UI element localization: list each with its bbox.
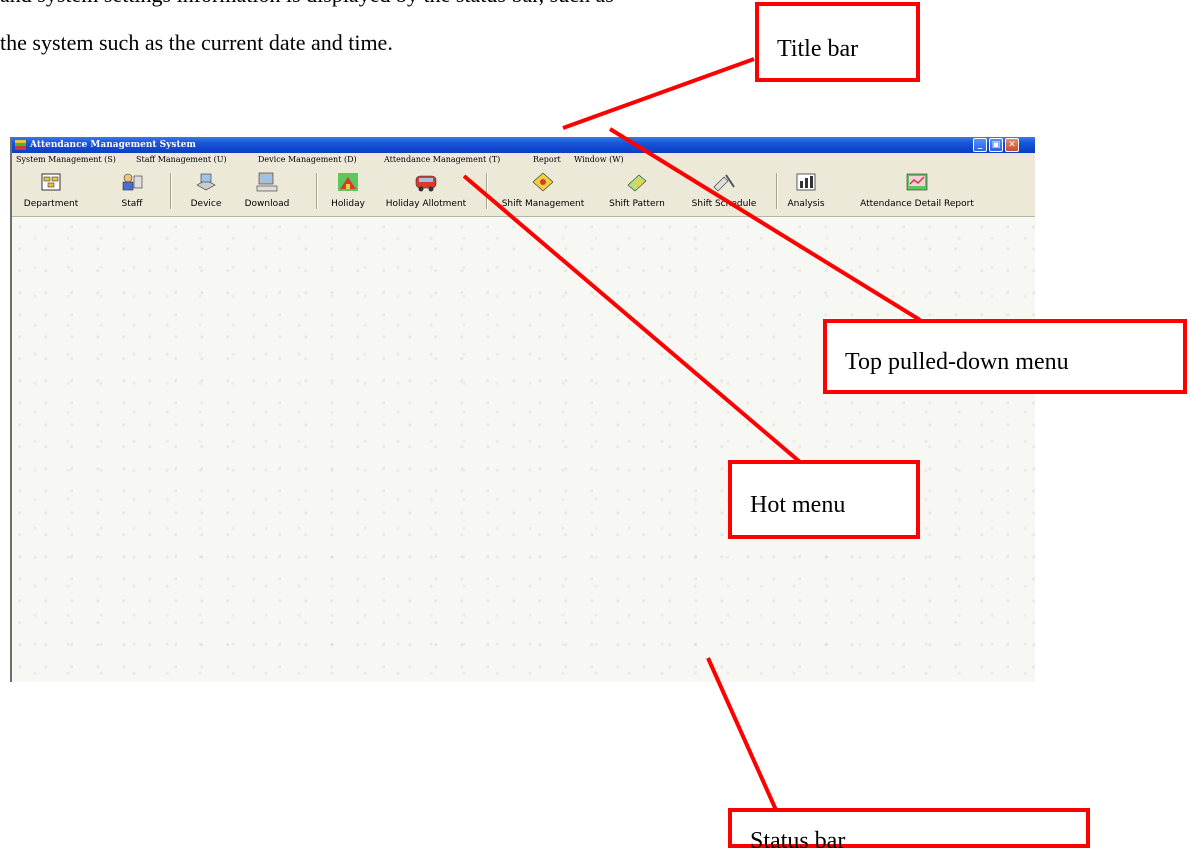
- toolbar-separator: [486, 173, 488, 209]
- main-work-area: [12, 218, 1035, 682]
- toolbar-label: Staff: [121, 199, 143, 209]
- intro-text-top: and system settings information is displ…: [0, 0, 700, 12]
- top-menu-callout: Top pulled-down menu: [823, 319, 1187, 394]
- title-bar-callout: Title bar: [755, 2, 920, 82]
- toolbar-label: Download: [244, 199, 290, 209]
- status-bar-callout: Status bar: [728, 808, 1090, 848]
- toolbar-label: Device: [190, 199, 222, 209]
- toolbar-label: Shift Management: [501, 199, 585, 209]
- report-icon: [906, 173, 928, 191]
- minimize-button[interactable]: _: [973, 138, 987, 152]
- close-button[interactable]: ✕: [1005, 138, 1019, 152]
- toolbar-separator: [316, 173, 318, 209]
- toolbar-label: Shift Schedule: [691, 199, 757, 209]
- holiday-icon: [338, 173, 358, 191]
- hot-menu-toolbar: Department Staff Device Download Holiday…: [12, 167, 1035, 217]
- toolbar-department-button[interactable]: Department: [18, 171, 84, 213]
- app-window: Attendance Management System _ ▣ ✕ Syste…: [10, 137, 1035, 682]
- restore-button[interactable]: ▣: [989, 138, 1003, 152]
- toolbar-label: Analysis: [787, 199, 825, 209]
- menu-attendance-management[interactable]: Attendance Management (T): [384, 153, 500, 167]
- toolbar-holiday-button[interactable]: Holiday: [328, 171, 368, 213]
- callout-label: Top pulled-down menu: [845, 349, 1069, 375]
- holiday-allotment-icon: [415, 175, 437, 192]
- toolbar-separator: [776, 173, 778, 209]
- toolbar-label: Shift Pattern: [609, 199, 665, 209]
- callout-label: Hot menu: [750, 492, 846, 518]
- toolbar-label: Department: [23, 199, 79, 209]
- shift-pattern-icon: [627, 174, 647, 192]
- toolbar-device-button[interactable]: Device: [184, 171, 228, 213]
- callout-label: Status bar: [750, 828, 846, 848]
- menu-window[interactable]: Window (W): [574, 153, 624, 167]
- staff-icon: [122, 173, 143, 191]
- department-icon: [41, 173, 61, 191]
- toolbar-label: Attendance Detail Report: [860, 199, 974, 209]
- title-bar-pointer: [562, 57, 755, 130]
- menu-staff-management[interactable]: Staff Management (U): [136, 153, 227, 167]
- window-title: Attendance Management System: [30, 140, 196, 150]
- toolbar-holiday-allotment-button[interactable]: Holiday Allotment: [376, 171, 476, 213]
- menu-report[interactable]: Report: [533, 153, 561, 167]
- toolbar-attendance-detail-report-button[interactable]: Attendance Detail Report: [842, 171, 992, 213]
- analysis-icon: [796, 173, 816, 191]
- title-bar: Attendance Management System _ ▣ ✕: [12, 137, 1035, 153]
- toolbar-shift-management-button[interactable]: Shift Management: [494, 171, 592, 213]
- hot-menu-callout: Hot menu: [728, 460, 920, 539]
- app-icon: [15, 140, 26, 150]
- shift-schedule-icon: [713, 174, 735, 192]
- menu-bar: System Management (S) Staff Management (…: [12, 153, 1035, 167]
- intro-text: the system such as the current date and …: [0, 30, 393, 55]
- device-icon: [196, 173, 216, 191]
- toolbar-label: Holiday Allotment: [385, 199, 467, 209]
- toolbar-shift-schedule-button[interactable]: Shift Schedule: [682, 171, 766, 213]
- toolbar-separator: [170, 173, 172, 209]
- menu-system-management[interactable]: System Management (S): [16, 153, 116, 167]
- toolbar-download-button[interactable]: Download: [238, 171, 296, 213]
- toolbar-label: Holiday: [331, 199, 365, 209]
- toolbar-shift-pattern-button[interactable]: Shift Pattern: [600, 171, 674, 213]
- menu-device-management[interactable]: Device Management (D): [258, 153, 357, 167]
- toolbar-analysis-button[interactable]: Analysis: [784, 171, 828, 213]
- shift-management-icon: [532, 172, 554, 192]
- callout-label: Title bar: [777, 36, 859, 62]
- download-icon: [256, 172, 278, 192]
- toolbar-staff-button[interactable]: Staff: [110, 171, 154, 213]
